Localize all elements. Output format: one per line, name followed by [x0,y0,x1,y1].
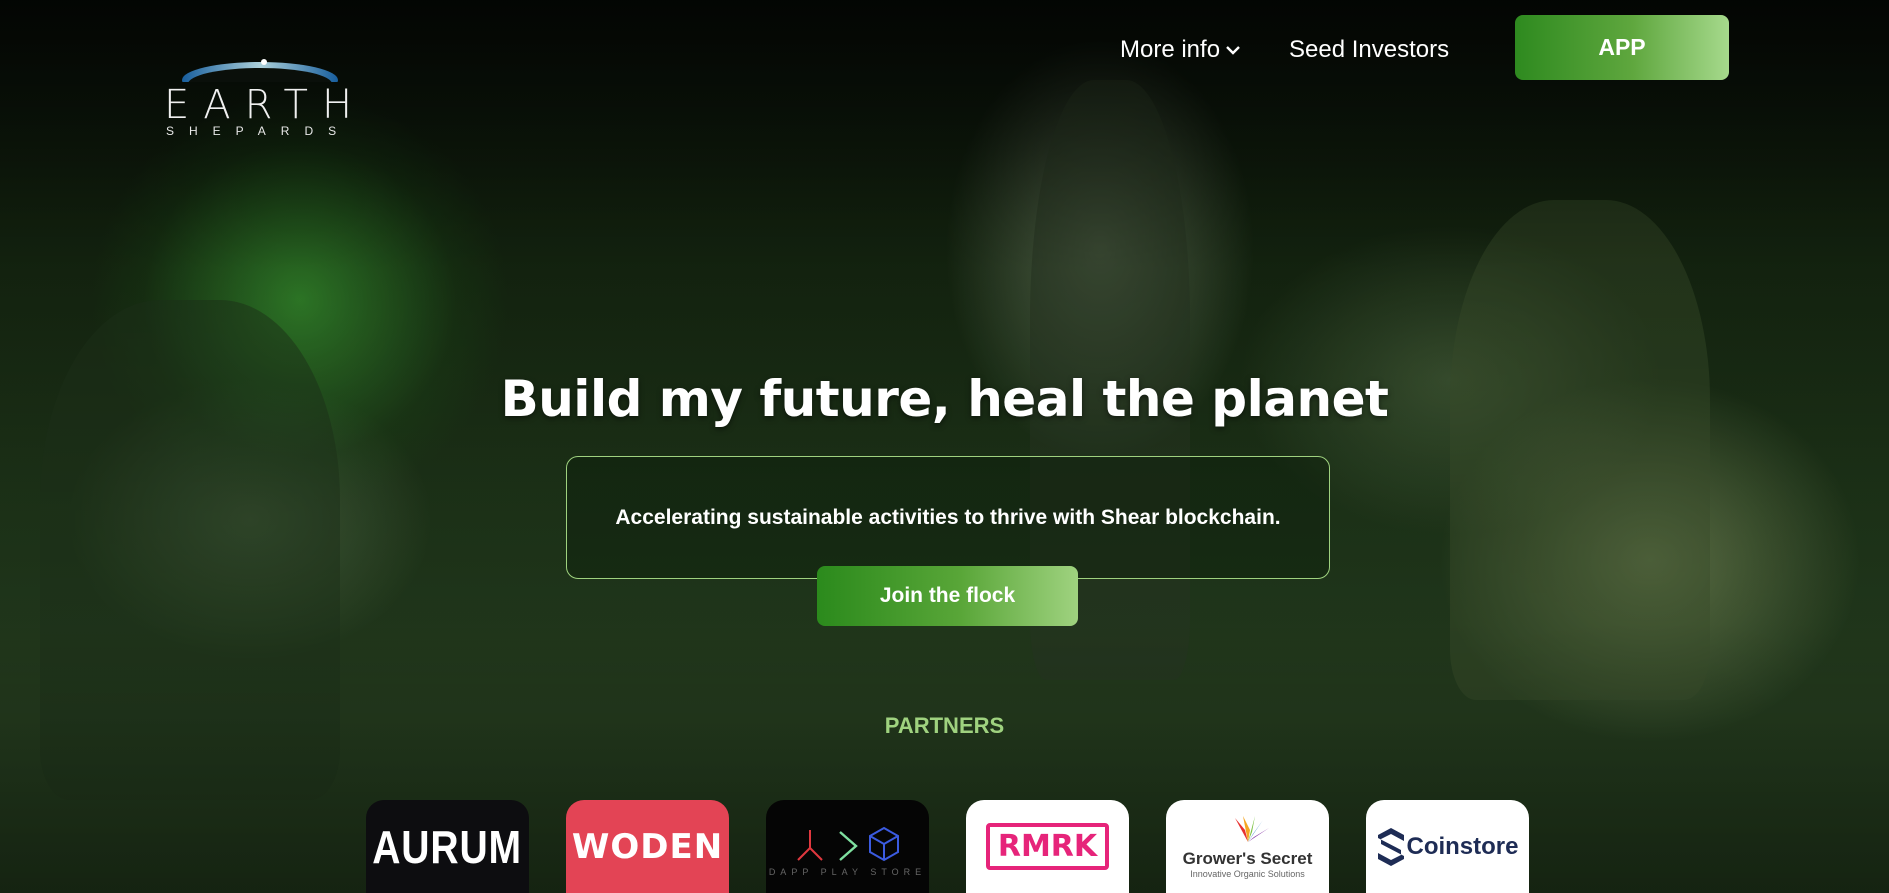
logo-subtitle: SHEPARDS [166,124,352,138]
hero-title: Build my future, heal the planet [500,370,1389,428]
tagline-text: Accelerating sustainable activities to t… [615,505,1281,529]
logo-wordmark: EARTH [164,82,367,128]
earth-arc-icon [182,59,338,82]
chevron-down-icon [1226,46,1240,55]
nav-seed-investors[interactable]: Seed Investors [1289,30,1449,70]
growers-secret-tagline: Innovative Organic Solutions [1190,869,1305,879]
partner-woden-logo: WODEN [571,826,724,867]
partner-dapp-play-store[interactable]: DAPP PLAY STORE [766,800,929,893]
partner-dapp-label: DAPP PLAY STORE [768,867,927,877]
partner-aurum-logo: AURUM [372,820,523,873]
dapp-play-store-icon [796,826,899,861]
app-button[interactable]: APP [1515,15,1729,80]
tree-canopy [1450,200,1710,700]
growers-secret-logo: Grower's Secret Innovative Organic Solut… [1182,814,1313,879]
coinstore-s-icon [1378,827,1405,866]
growers-secret-name: Grower's Secret [1182,849,1313,868]
partners-heading: PARTNERS [884,713,1005,738]
partner-growers-secret[interactable]: Grower's Secret Innovative Organic Solut… [1166,800,1329,893]
earth-shepards-logo[interactable]: EARTH SHEPARDS [162,48,377,140]
nav-more-info-label: More info [1120,36,1221,63]
growers-secret-leaf-icon [1234,816,1269,842]
partner-woden[interactable]: WODEN [566,800,729,893]
join-the-flock-button[interactable]: Join the flock [817,566,1078,626]
partner-rmrk-logo: RMRK [985,823,1110,870]
partner-rmrk[interactable]: RMRK [966,800,1129,893]
partner-coinstore-name: Coinstore [1406,832,1519,860]
partner-aurum[interactable]: AURUM [366,800,529,893]
partner-coinstore[interactable]: Coinstore [1366,800,1529,893]
nav-more-info[interactable]: More info [1120,30,1240,70]
tagline-box: Accelerating sustainable activities to t… [566,456,1330,579]
